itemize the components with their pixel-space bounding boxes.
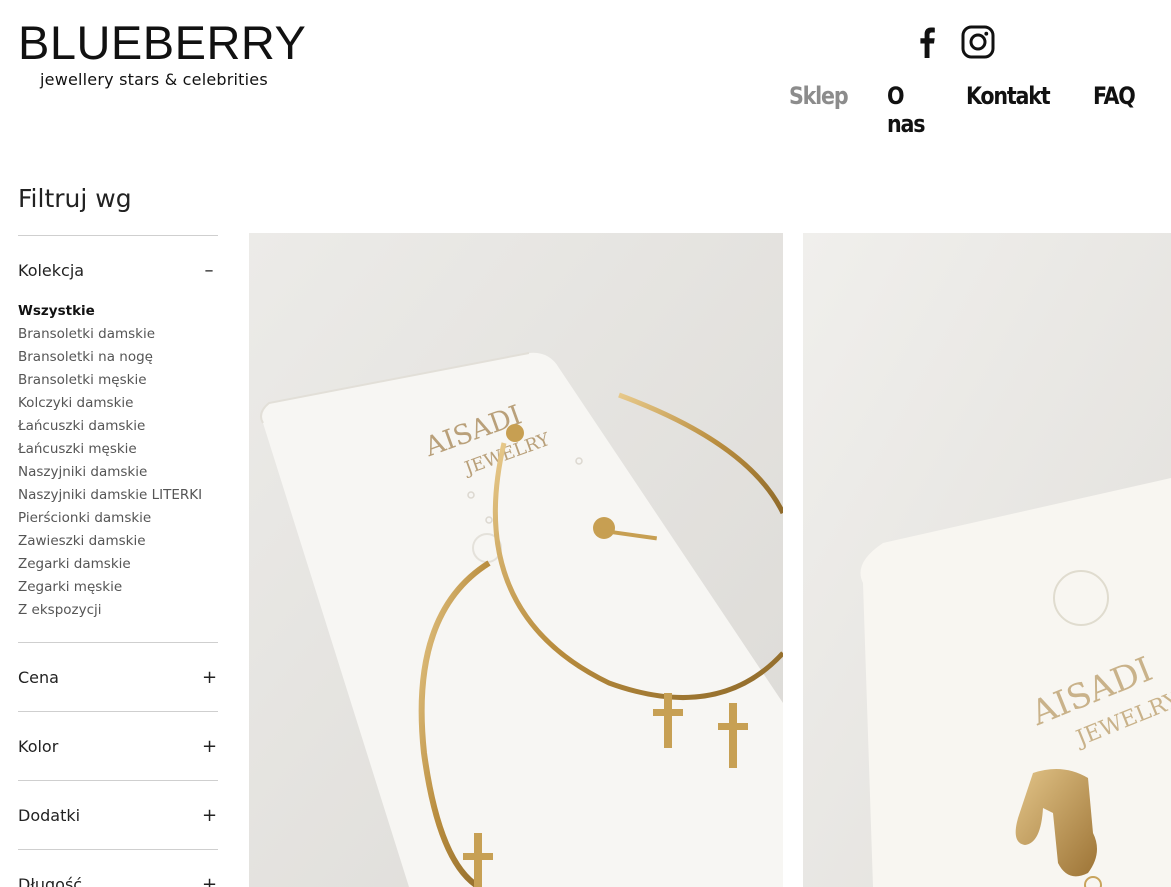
collection-item[interactable]: Łańcuszki męskie	[18, 438, 218, 461]
main-nav: Sklep O nas Kontakt FAQ	[789, 82, 1171, 138]
filter-label: Kolor	[18, 736, 59, 756]
collection-item[interactable]: Zegarki damskie	[18, 553, 218, 576]
instagram-icon[interactable]	[960, 24, 996, 60]
product-image: AISADI JEWELRY	[803, 233, 1171, 887]
collection-item-wszystkie[interactable]: Wszystkie	[18, 300, 218, 323]
nav-item-faq[interactable]: FAQ	[1093, 82, 1136, 138]
collection-list: Wszystkie Bransoletki damskie Bransoletk…	[18, 300, 218, 642]
collection-item[interactable]: Pierścionki damskie	[18, 507, 218, 530]
collection-item[interactable]: Łańcuszki damskie	[18, 415, 218, 438]
collection-item[interactable]: Bransoletki damskie	[18, 323, 218, 346]
product-card[interactable]: AISADI JEWELRY	[249, 233, 783, 887]
filter-section-cena: Cena +	[18, 642, 218, 711]
shop-page: BLUEBERRY jewellery stars & celebrities …	[0, 0, 1171, 887]
filter-sidebar: Kolekcja – Wszystkie Bransoletki damskie…	[18, 235, 218, 887]
social-links	[910, 24, 996, 60]
logo-tagline: jewellery stars & celebrities	[40, 70, 268, 89]
filter-section-dodatki: Dodatki +	[18, 780, 218, 849]
filter-label: Długość	[18, 874, 83, 887]
collection-item[interactable]: Naszyjniki damskie LITERKI	[18, 484, 218, 507]
nav-item-kontakt[interactable]: Kontakt	[966, 82, 1051, 138]
filter-header-kolekcja[interactable]: Kolekcja –	[18, 236, 218, 304]
collection-item[interactable]: Zawieszki damskie	[18, 530, 218, 553]
nav-item-o-nas[interactable]: O nas	[887, 82, 929, 138]
filter-header-dlugosc[interactable]: Długość +	[18, 850, 218, 887]
nav-item-sklep[interactable]: Sklep	[789, 82, 849, 138]
filter-header-cena[interactable]: Cena +	[18, 643, 218, 711]
collapse-icon: –	[204, 259, 214, 281]
product-card[interactable]: AISADI JEWELRY	[803, 233, 1171, 887]
facebook-icon[interactable]	[910, 24, 946, 60]
collection-item[interactable]: Kolczyki damskie	[18, 392, 218, 415]
filter-header-kolor[interactable]: Kolor +	[18, 712, 218, 780]
filter-label: Dodatki	[18, 805, 81, 825]
expand-icon: +	[202, 804, 218, 826]
expand-icon: +	[202, 666, 218, 688]
filter-section-kolekcja: Kolekcja – Wszystkie Bransoletki damskie…	[18, 235, 218, 642]
filter-label: Kolekcja	[18, 260, 85, 280]
filter-label: Cena	[18, 667, 59, 687]
filter-header-dodatki[interactable]: Dodatki +	[18, 781, 218, 849]
expand-icon: +	[202, 873, 218, 887]
logo-title: BLUEBERRY	[18, 16, 307, 69]
collection-item[interactable]: Z ekspozycji	[18, 599, 218, 622]
collection-item[interactable]: Bransoletki męskie	[18, 369, 218, 392]
filter-title: Filtruj wg	[18, 184, 132, 213]
collection-item[interactable]: Naszyjniki damskie	[18, 461, 218, 484]
filter-section-dlugosc: Długość +	[18, 849, 218, 887]
collection-item[interactable]: Zegarki męskie	[18, 576, 218, 599]
product-image: AISADI JEWELRY	[249, 233, 783, 887]
expand-icon: +	[202, 735, 218, 757]
site-logo[interactable]: BLUEBERRY jewellery stars & celebrities	[18, 16, 307, 90]
filter-section-kolor: Kolor +	[18, 711, 218, 780]
collection-item[interactable]: Bransoletki na nogę	[18, 346, 218, 369]
